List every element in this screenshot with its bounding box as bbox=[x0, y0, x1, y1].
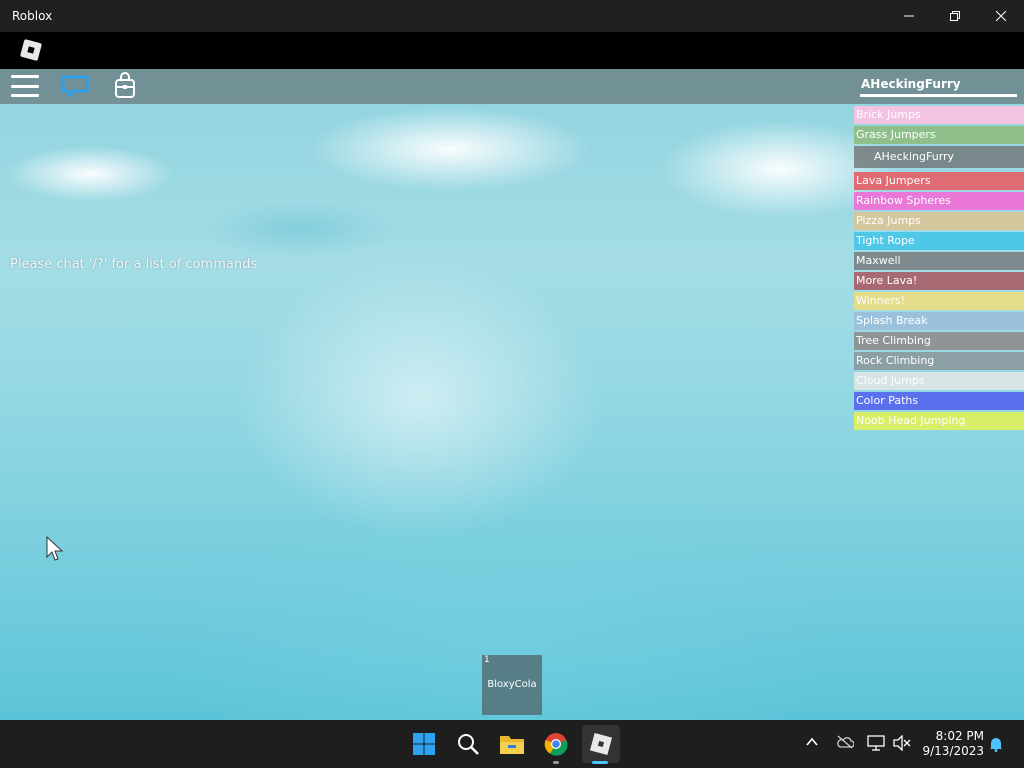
team-item[interactable]: Grass Jumpers bbox=[854, 126, 1024, 144]
roblox-active-indicator bbox=[592, 761, 608, 764]
team-item[interactable]: More Lava! bbox=[854, 272, 1024, 290]
minimize-button[interactable] bbox=[886, 0, 932, 32]
window-titlebar: Roblox bbox=[0, 0, 1024, 32]
team-item[interactable]: Noob Head Jumping bbox=[854, 412, 1024, 430]
player-list-divider bbox=[860, 94, 1017, 97]
restore-button[interactable] bbox=[932, 0, 978, 32]
network-icon[interactable] bbox=[867, 735, 885, 756]
volume-muted-icon[interactable] bbox=[893, 734, 911, 756]
hotbar-slot[interactable]: 1 BloxyCola bbox=[482, 655, 542, 715]
team-item[interactable]: Splash Break bbox=[854, 312, 1024, 330]
team-item[interactable]: Pizza Jumps bbox=[854, 212, 1024, 230]
minimize-icon bbox=[904, 15, 914, 17]
windows-start-icon[interactable] bbox=[408, 728, 440, 760]
team-item[interactable]: Maxwell bbox=[854, 252, 1024, 270]
chrome-running-indicator bbox=[553, 761, 559, 764]
restore-icon bbox=[950, 11, 960, 21]
hotbar-item-name: BloxyCola bbox=[487, 679, 537, 690]
clock-time: 8:02 PM bbox=[935, 729, 984, 743]
chat-icon[interactable] bbox=[60, 74, 90, 105]
onedrive-offline-icon[interactable] bbox=[836, 735, 855, 754]
team-item[interactable]: Color Paths bbox=[854, 392, 1024, 410]
team-item[interactable]: Lava Jumpers bbox=[854, 172, 1024, 190]
roblox-icon[interactable] bbox=[582, 725, 620, 763]
team-item[interactable]: Rainbow Spheres bbox=[854, 192, 1024, 210]
close-button[interactable] bbox=[978, 0, 1024, 32]
close-icon bbox=[996, 11, 1006, 21]
chat-hint-text: Please chat '/?' for a list of commands bbox=[10, 257, 258, 272]
file-explorer-icon[interactable] bbox=[496, 728, 528, 760]
chrome-icon[interactable] bbox=[540, 728, 572, 760]
player-list-header: AHeckingFurry bbox=[861, 77, 961, 91]
player-entry[interactable]: AHeckingFurry bbox=[854, 146, 1024, 168]
team-item[interactable]: Tree Climbing bbox=[854, 332, 1024, 350]
hotbar-slot-number: 1 bbox=[484, 655, 490, 665]
clock-date: 9/13/2023 bbox=[922, 744, 984, 758]
notification-bell-icon[interactable] bbox=[988, 736, 1004, 757]
team-item[interactable]: Brick Jumps bbox=[854, 106, 1024, 124]
taskbar-clock[interactable]: 8:02 PM 9/13/2023 bbox=[918, 729, 984, 759]
hamburger-menu-icon[interactable] bbox=[11, 75, 39, 97]
chevron-up-icon[interactable] bbox=[805, 735, 819, 754]
team-item[interactable]: Tight Rope bbox=[854, 232, 1024, 250]
team-item[interactable]: Winners! bbox=[854, 292, 1024, 310]
window-title: Roblox bbox=[12, 9, 53, 23]
roblox-header-bar bbox=[0, 32, 1024, 69]
team-item[interactable]: Cloud Jumps bbox=[854, 372, 1024, 390]
team-item[interactable]: Rock Climbing bbox=[854, 352, 1024, 370]
search-icon[interactable] bbox=[452, 728, 484, 760]
team-list: Brick Jumps Grass Jumpers AHeckingFurry … bbox=[854, 106, 1024, 432]
mouse-cursor-icon bbox=[46, 535, 64, 567]
backpack-icon[interactable] bbox=[113, 72, 137, 105]
